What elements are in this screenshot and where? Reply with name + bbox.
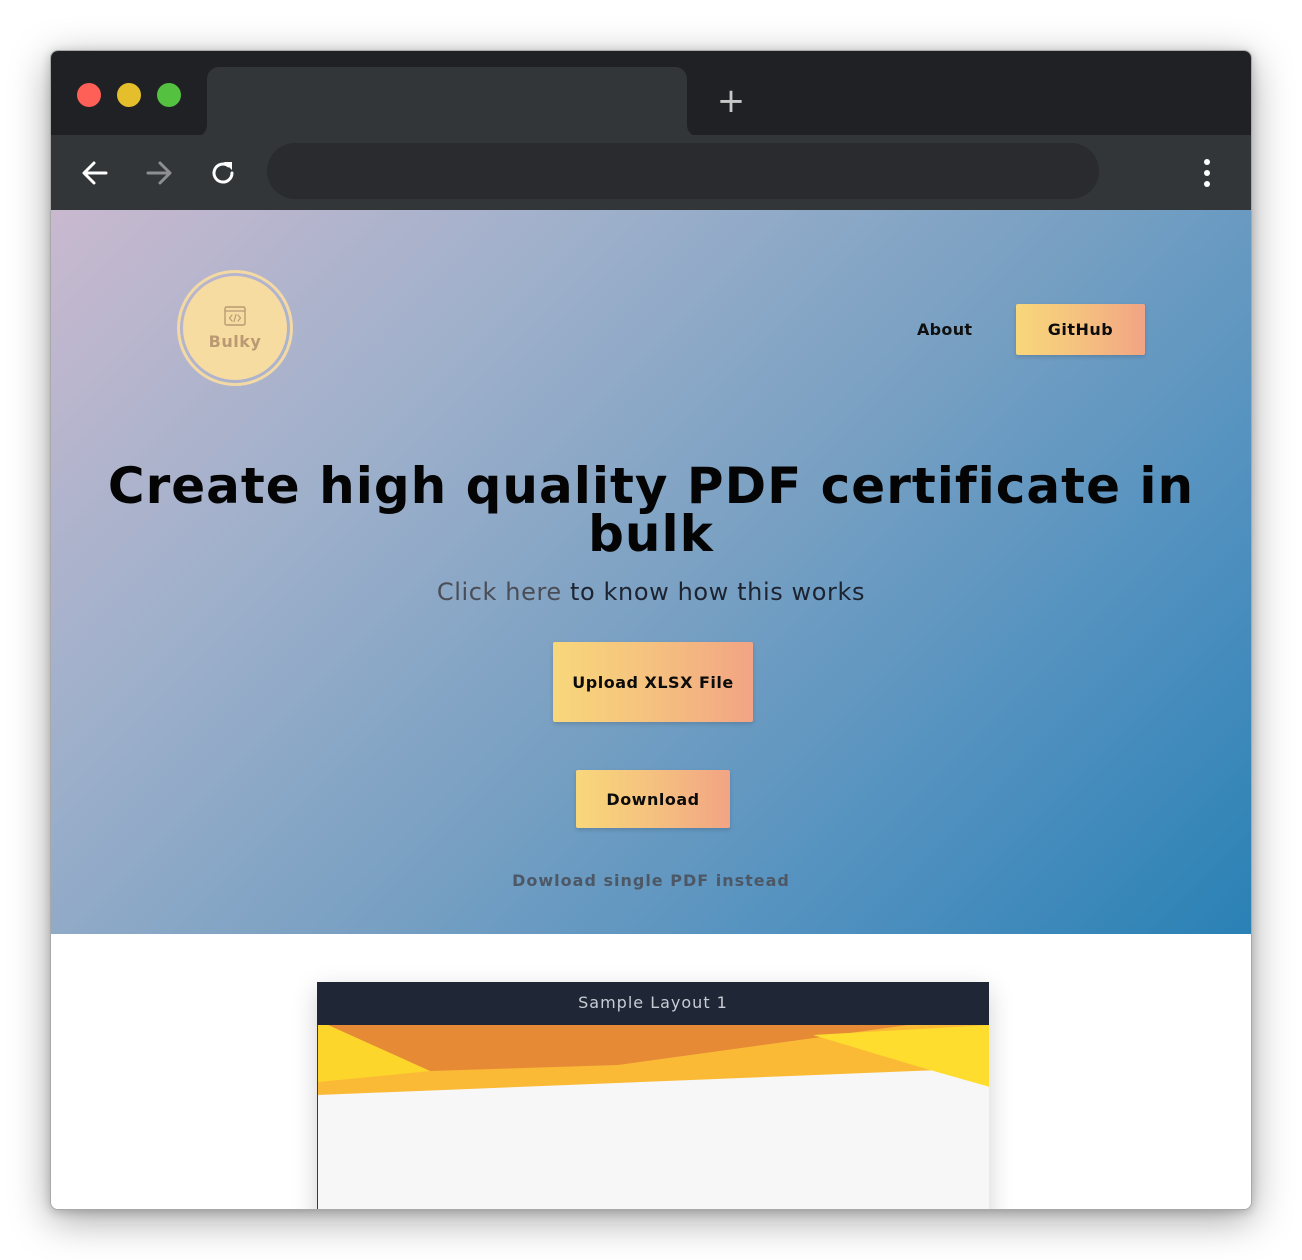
site-logo[interactable]: Bulky [177,270,293,386]
sample-layout-title: Sample Layout 1 [317,982,989,1025]
new-tab-button[interactable]: + [715,84,747,118]
reload-icon [212,162,234,184]
browser-titlebar: + [51,51,1251,137]
download-button[interactable]: Download [576,770,730,828]
logo-text: Bulky [208,331,262,351]
menu-dot [1204,159,1210,165]
upload-xlsx-button[interactable]: Upload XLSX File [553,642,753,722]
download-single-pdf-link[interactable]: Dowload single PDF instead [51,871,1251,890]
arrow-right-icon [146,161,172,185]
menu-dot [1204,170,1210,176]
subline-text: to know how this works [561,578,866,606]
logo-badge: Bulky [183,276,287,380]
menu-dot [1204,181,1210,187]
forward-button[interactable] [139,153,179,193]
nav-about-link[interactable]: About [917,320,972,339]
browser-toolbar [51,135,1251,211]
hero-section: Bulky About GitHub Create high quality P… [51,210,1251,934]
hero-subline: Click here to know how this works [51,578,1251,606]
how-it-works-link[interactable]: Click here [437,578,562,606]
page-viewport: Bulky About GitHub Create high quality P… [51,210,1251,1209]
browser-window: + Bulky About GitHub Create high quality… [50,50,1252,1210]
code-window-icon [224,305,246,326]
close-window-button[interactable] [77,83,101,107]
certificate-banner-graphic [318,1025,989,1095]
hero-headline: Create high quality PDF certificate in b… [107,457,1195,563]
minimize-window-button[interactable] [117,83,141,107]
back-button[interactable] [75,153,115,193]
reload-button[interactable] [203,153,243,193]
browser-menu-button[interactable] [1191,153,1223,193]
github-button[interactable]: GitHub [1016,304,1145,355]
browser-tab[interactable] [183,67,711,137]
sample-layout-card[interactable]: Sample Layout 1 [317,982,989,1209]
address-bar[interactable] [267,143,1099,199]
sample-layout-preview [317,1025,989,1209]
maximize-window-button[interactable] [157,83,181,107]
arrow-left-icon [82,161,108,185]
